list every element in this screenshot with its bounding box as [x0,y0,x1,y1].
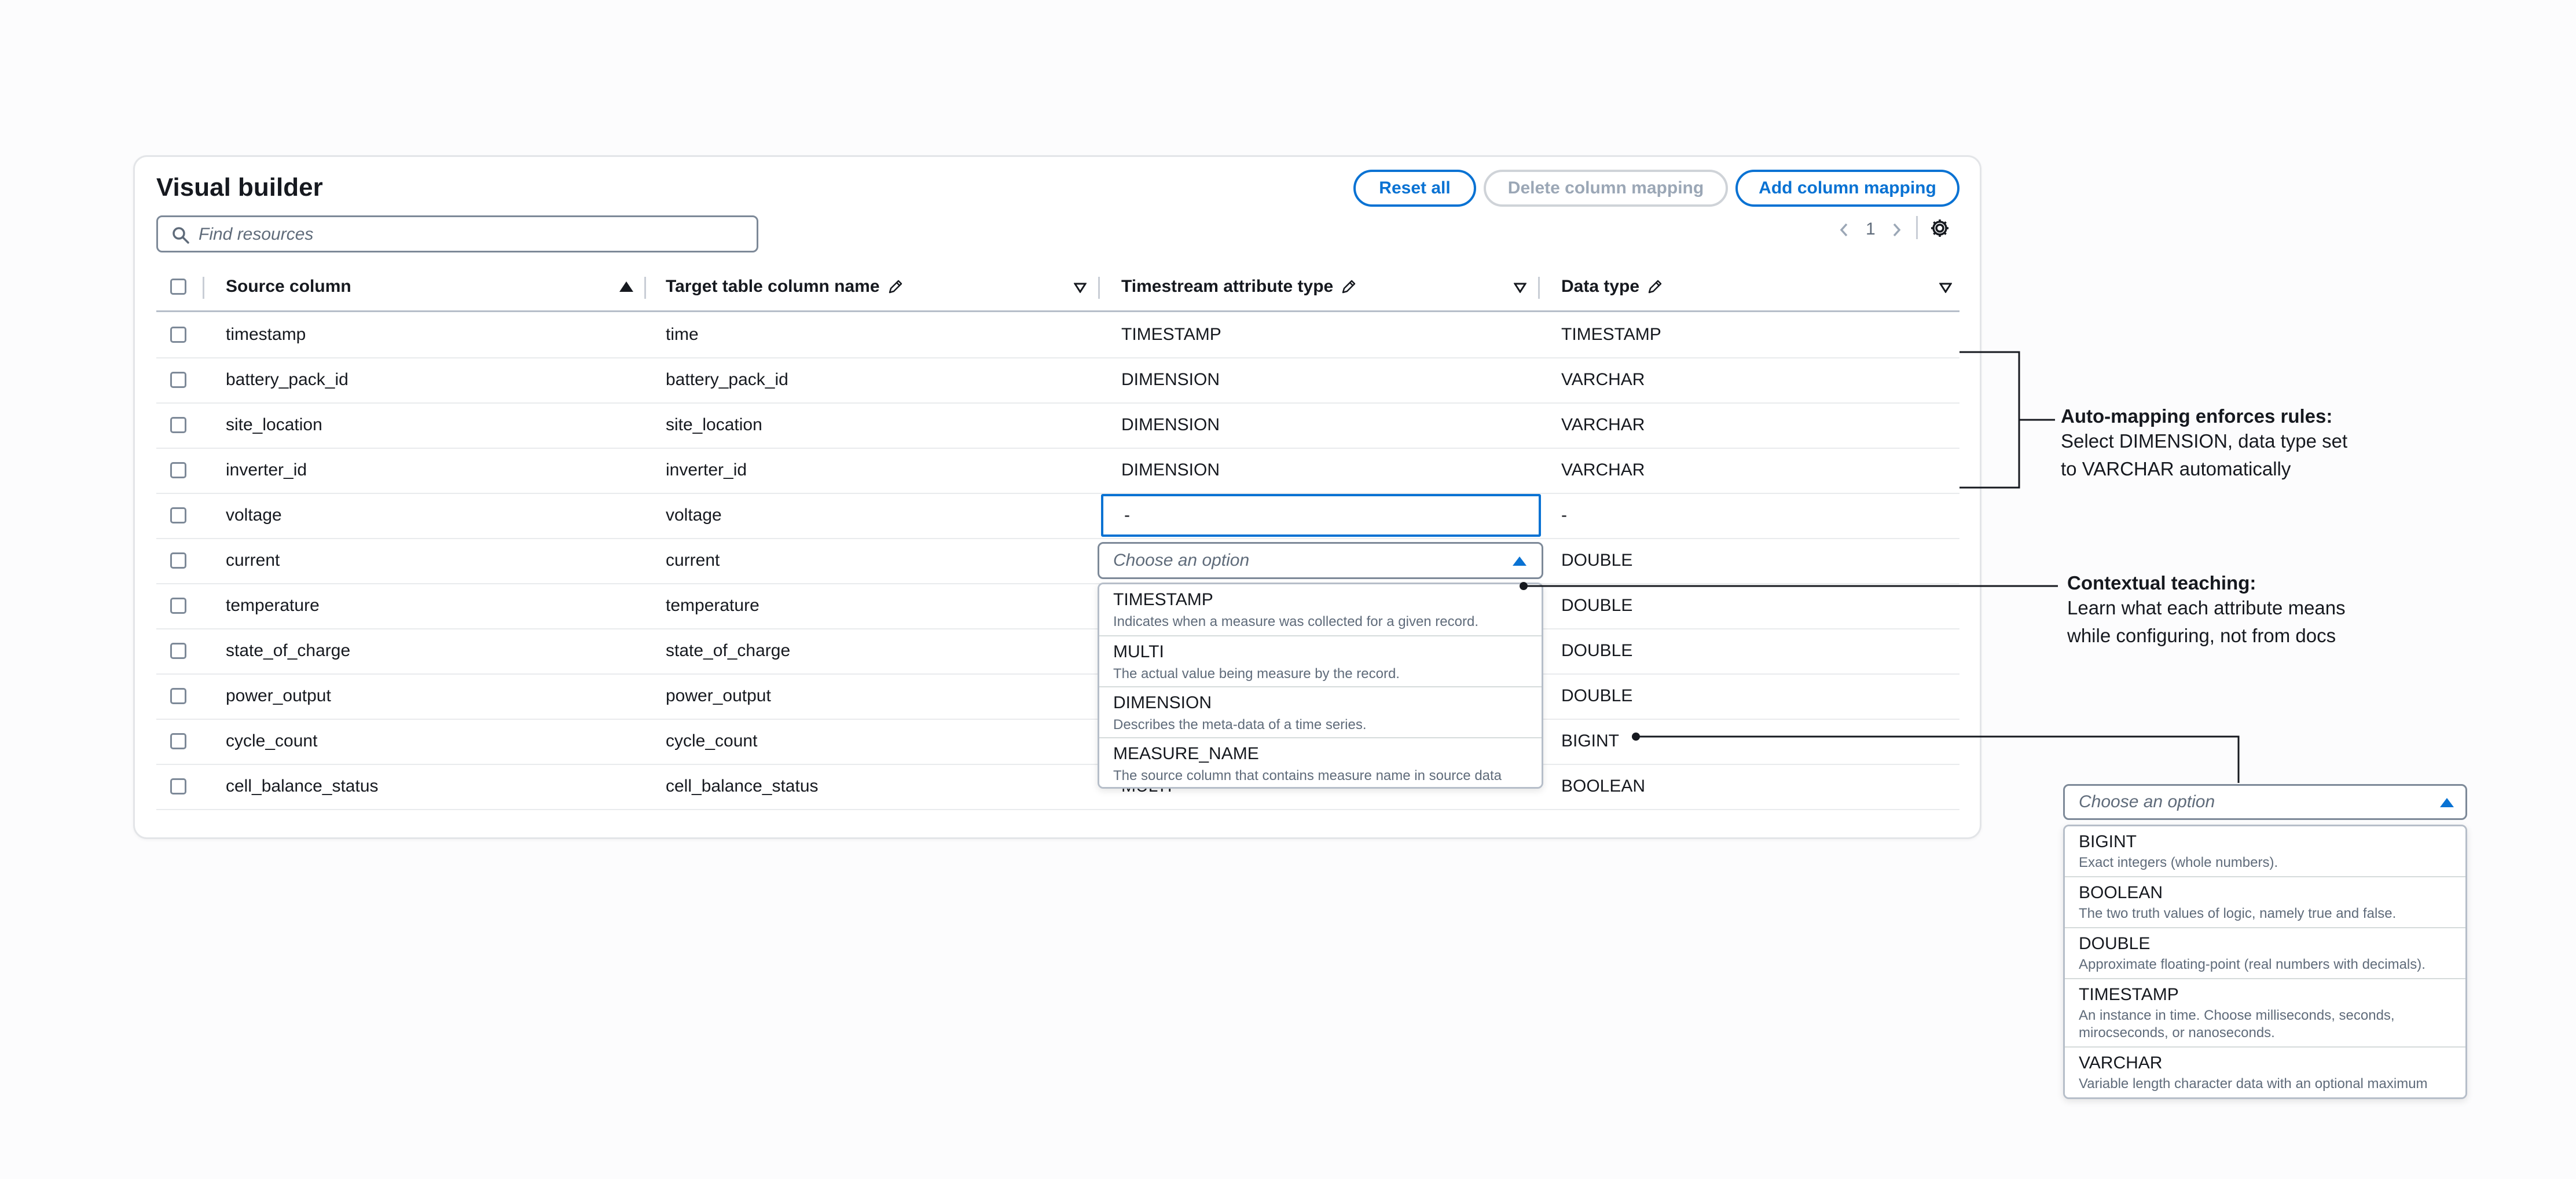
option-label: DOUBLE [2079,934,2151,953]
annotation-line: Learn what each attribute means [2067,597,2346,618]
caret-up-icon [2440,798,2454,807]
annotation-line: while configuring, not from docs [2067,625,2336,646]
option-boolean[interactable]: BOOLEAN The two truth values of logic, n… [2065,877,2465,928]
option-description: mirocseconds, or nanoseconds. [2079,1025,2275,1041]
data-type-dropdown: BIGINT Exact integers (whole numbers). B… [2063,825,2467,1099]
annotation-title: Auto-mapping enforces rules: [2061,405,2333,427]
option-description: Exact integers (whole numbers). [2079,855,2278,870]
annotation-line: to VARCHAR automatically [2061,458,2291,479]
option-varchar[interactable]: VARCHAR Variable length character data w… [2065,1048,2465,1097]
data-type-select-placeholder: Choose an option [2079,792,2215,811]
auto-mapping-annotation: Auto-mapping enforces rules: Select DIME… [2061,405,2347,483]
option-timestamp[interactable]: TIMESTAMP An instance in time. Choose mi… [2065,979,2465,1048]
option-description: The two truth values of logic, namely tr… [2079,906,2397,921]
option-label: TIMESTAMP [2079,985,2179,1004]
option-double[interactable]: DOUBLE Approximate floating-point (real … [2065,928,2465,979]
contextual-teaching-annotation: Contextual teaching: Learn what each att… [2067,572,2346,650]
annotation-line: Select DIMENSION, data type set [2061,430,2348,452]
option-bigint[interactable]: BIGINT Exact integers (whole numbers). [2065,826,2465,877]
data-type-select[interactable]: Choose an option [2063,784,2467,820]
option-description: Approximate floating-point (real numbers… [2079,957,2425,972]
option-label: VARCHAR [2079,1053,2163,1072]
option-label: BIGINT [2079,832,2137,851]
option-label: BOOLEAN [2079,883,2163,902]
annotation-title: Contextual teaching: [2067,572,2256,594]
option-description: An instance in time. Choose milliseconds… [2079,1008,2395,1023]
option-description: Variable length character data with an o… [2079,1076,2428,1092]
